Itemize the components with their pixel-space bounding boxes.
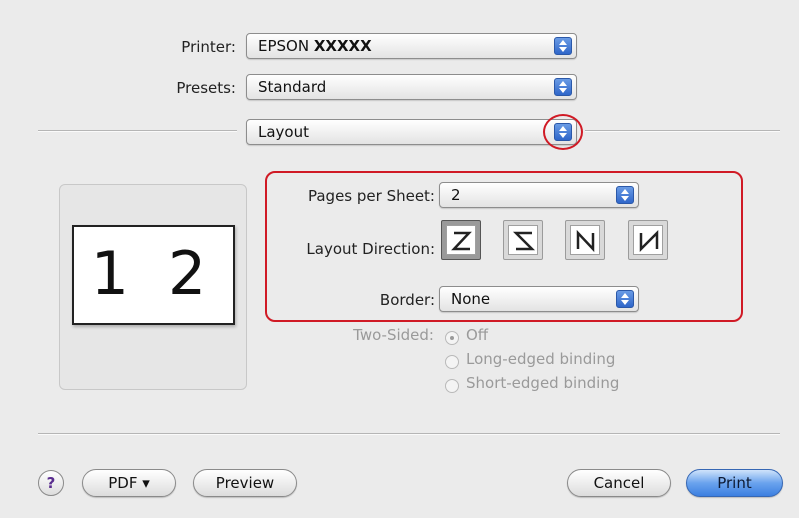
two-sided-off-label: Off (466, 326, 489, 344)
printer-value: EPSON XXXXX (258, 37, 372, 55)
presets-label: Presets: (176, 79, 236, 97)
two-sided-off-radio[interactable] (445, 331, 459, 345)
layout-direction-label: Layout Direction: (306, 240, 435, 258)
direction-n-icon (639, 229, 659, 253)
highlight-circle (543, 114, 583, 150)
border-label: Border: (379, 291, 435, 309)
border-value: None (451, 290, 491, 308)
border-popup[interactable]: None (439, 286, 639, 312)
direction-z-button[interactable] (441, 220, 481, 260)
page-preview: 1 2 (72, 225, 235, 325)
panel-popup[interactable]: Layout (246, 119, 577, 145)
preview-button[interactable]: Preview (193, 469, 297, 497)
popup-arrows-icon (554, 37, 572, 55)
direction-n-reverse-icon (576, 229, 595, 253)
printer-popup[interactable]: EPSON XXXXX (246, 33, 577, 59)
popup-arrows-icon (616, 186, 634, 204)
popup-arrows-icon (554, 78, 572, 96)
pages-per-sheet-label: Pages per Sheet: (307, 187, 435, 205)
cancel-button[interactable]: Cancel (567, 469, 671, 497)
help-button[interactable]: ? (38, 470, 64, 496)
direction-n-reverse-button[interactable] (565, 220, 605, 260)
direction-n-button[interactable] (628, 220, 668, 260)
presets-popup[interactable]: Standard (246, 74, 577, 100)
popup-arrows-icon (616, 290, 634, 308)
direction-z-icon (451, 231, 472, 251)
print-button[interactable]: Print (686, 469, 783, 497)
direction-s-icon (512, 231, 536, 251)
panel-value: Layout (258, 123, 309, 141)
separator (38, 433, 780, 435)
printer-label: Printer: (181, 38, 236, 56)
two-sided-long-radio[interactable] (445, 355, 459, 369)
two-sided-short-label: Short-edged binding (466, 374, 620, 392)
separator (38, 130, 237, 132)
presets-value: Standard (258, 78, 327, 96)
separator (585, 130, 780, 132)
two-sided-long-label: Long-edged binding (466, 350, 616, 368)
direction-s-button[interactable] (503, 220, 543, 260)
pages-per-sheet-value: 2 (451, 186, 461, 204)
pages-per-sheet-popup[interactable]: 2 (439, 182, 639, 208)
pdf-menu-button[interactable]: PDF ▾ (82, 469, 176, 497)
two-sided-short-radio[interactable] (445, 379, 459, 393)
two-sided-label: Two-Sided: (353, 326, 434, 344)
